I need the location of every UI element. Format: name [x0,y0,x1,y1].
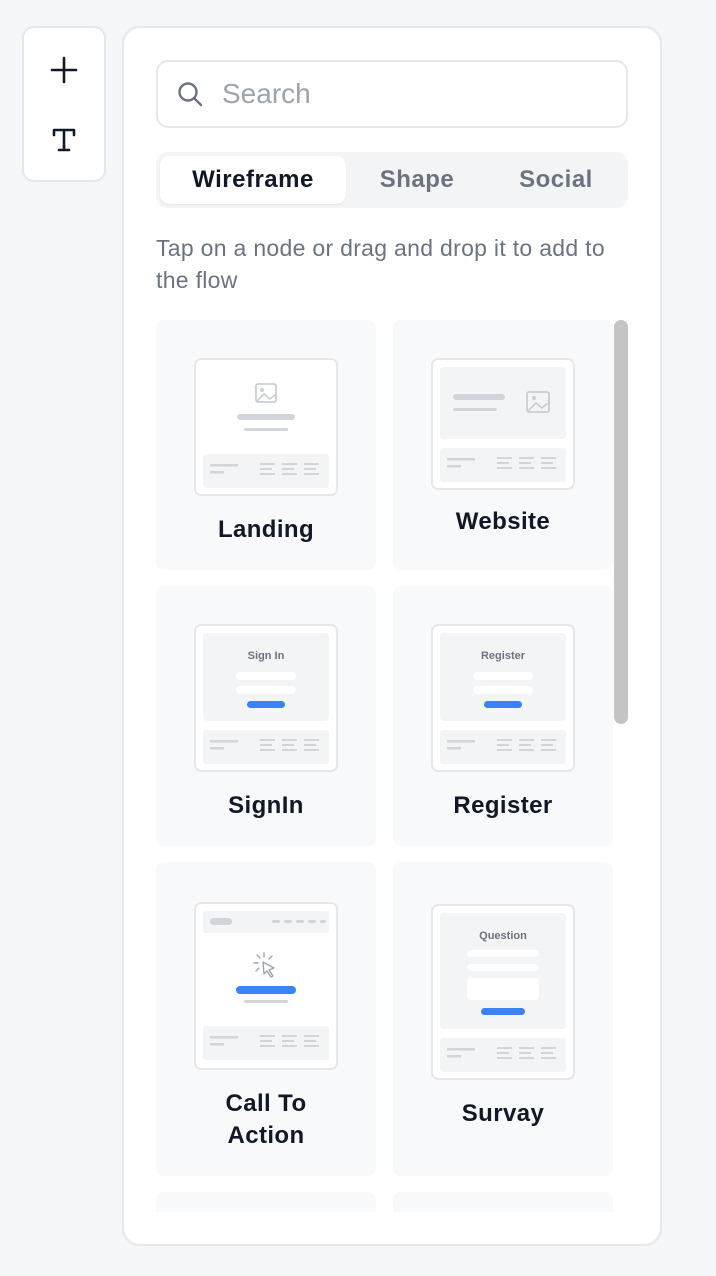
node-card-website[interactable]: Website [393,320,613,570]
tab-social[interactable]: Social [488,156,624,204]
node-library-panel: Wireframe Shape Social Tap on a node or … [122,26,662,1246]
register-thumbnail: Register [431,624,575,772]
node-label: SignIn [228,792,304,819]
node-card-partial[interactable] [156,1192,376,1212]
cta-thumbnail [194,902,338,1070]
node-grid: Landing Website Sign In SignIn Register … [156,320,630,1212]
node-card-call-to-action[interactable]: Call To Action [156,862,376,1176]
node-label: Website [455,508,551,535]
instruction-text: Tap on a node or drag and drop it to add… [156,235,605,293]
node-card-survay[interactable]: Question Survay [393,862,613,1176]
signin-thumbnail: Sign In [194,624,338,772]
node-label: Call To Action [225,1090,307,1149]
node-label: Register [453,792,553,819]
thumb-title: Question [479,930,527,942]
tab-wireframe[interactable]: Wireframe [160,156,346,204]
search-icon [178,82,203,107]
survey-thumbnail: Question [431,904,575,1080]
grid-scrollbar[interactable] [614,320,628,724]
add-node-button[interactable] [24,40,104,100]
website-thumbnail [431,358,575,490]
tool-toolbar [22,26,106,182]
category-tabs: Wireframe Shape Social [156,152,628,208]
tab-shape[interactable]: Shape [352,156,482,204]
node-card-signin[interactable]: Sign In SignIn [156,586,376,846]
plus-icon [50,56,78,84]
thumb-title: Sign In [248,650,285,662]
text-icon [52,128,76,152]
add-text-button[interactable] [24,110,104,170]
search-input[interactable] [222,78,602,110]
landing-thumbnail [194,358,338,496]
node-card-register[interactable]: Register Register [393,586,613,846]
node-card-landing[interactable]: Landing [156,320,376,570]
node-label: Survay [461,1100,545,1127]
thumb-title: Register [481,650,526,662]
node-card-partial[interactable] [393,1192,613,1212]
search-box[interactable] [156,60,628,128]
node-label: Landing [217,516,315,543]
